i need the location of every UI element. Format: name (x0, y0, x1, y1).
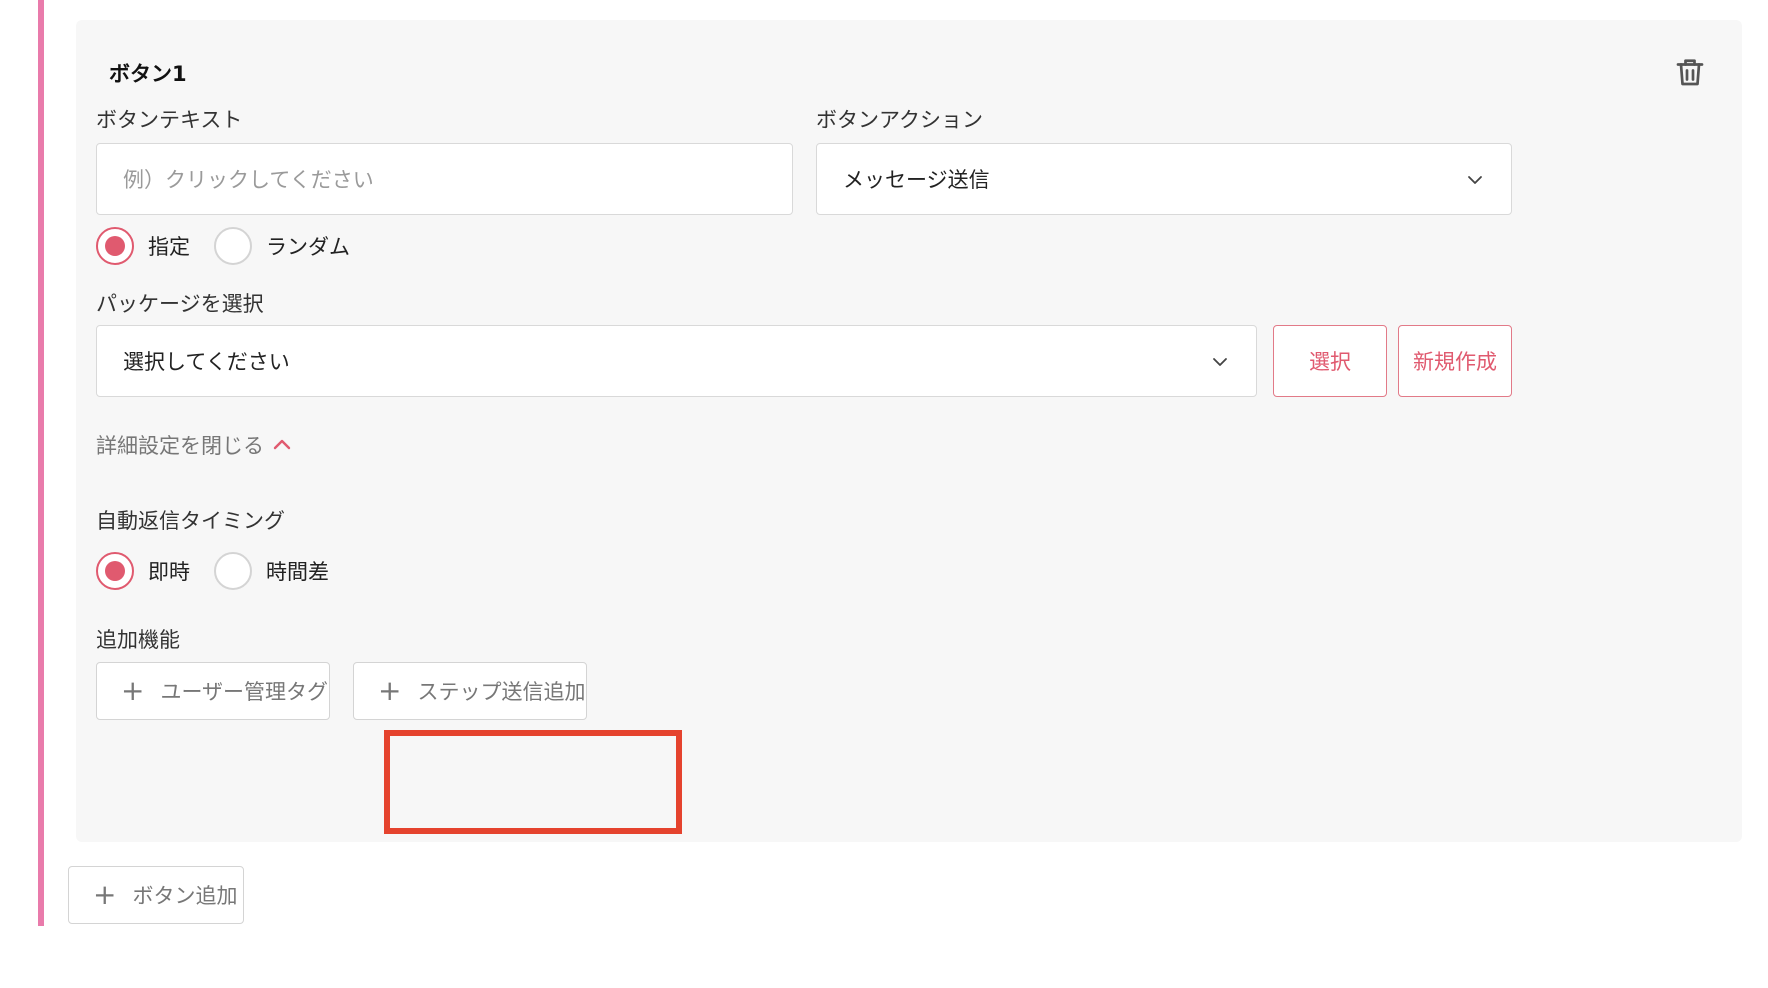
button-text-label: ボタンテキスト (96, 108, 243, 132)
mode-label-specified: 指定 (148, 235, 190, 259)
details-toggle[interactable]: 詳細設定を閉じる (96, 430, 294, 460)
button-action-value: メッセージ送信 (843, 168, 990, 192)
mode-radio-random[interactable] (214, 227, 252, 265)
highlight-box (384, 730, 682, 834)
add-step-send-label: ステップ送信追加 (417, 680, 586, 704)
auto-reply-label-immediate: 即時 (148, 560, 190, 584)
auto-reply-radio-delayed[interactable] (214, 552, 252, 590)
button-action-label: ボタンアクション (816, 108, 983, 132)
auto-reply-radio-immediate[interactable] (96, 552, 134, 590)
add-user-tag-label: ユーザー管理タグ (160, 680, 329, 704)
add-button-button[interactable]: + ボタン追加 (68, 866, 244, 924)
package-new-button[interactable]: 新規作成 (1398, 325, 1512, 397)
add-step-send-button[interactable]: + ステップ送信追加 (353, 662, 587, 720)
trash-icon[interactable] (1672, 54, 1708, 90)
card-title: ボタン1 (109, 62, 187, 86)
add-user-tag-button[interactable]: + ユーザー管理タグ (96, 662, 330, 720)
auto-reply-radio-group: 即時 時間差 (96, 552, 353, 590)
button-action-select[interactable]: メッセージ送信 (816, 143, 1512, 215)
package-select[interactable]: 選択してください (96, 325, 1257, 397)
accent-side-bar (38, 0, 44, 926)
add-button-label: ボタン追加 (132, 884, 238, 908)
mode-label-random: ランダム (266, 235, 350, 259)
package-value: 選択してください (123, 350, 290, 374)
package-label: パッケージを選択 (96, 292, 264, 316)
plus-icon: + (121, 674, 145, 707)
extras-label: 追加機能 (96, 628, 180, 652)
mode-radio-specified[interactable] (96, 227, 134, 265)
package-select-button[interactable]: 選択 (1273, 325, 1387, 397)
button-card: ボタン1 ボタンテキスト 例）クリックしてください ボタンアクション メッセージ… (76, 20, 1742, 842)
details-toggle-label: 詳細設定を閉じる (96, 434, 264, 458)
chevron-down-icon (1213, 358, 1227, 366)
plus-icon: + (378, 674, 402, 707)
chevron-down-icon (1468, 176, 1482, 184)
auto-reply-label: 自動返信タイミング (96, 509, 285, 533)
button-text-input[interactable]: 例）クリックしてください (96, 143, 793, 215)
plus-icon: + (93, 878, 117, 911)
auto-reply-label-delayed: 時間差 (266, 560, 329, 584)
button-text-placeholder: 例）クリックしてください (123, 168, 374, 192)
chevron-up-icon (273, 439, 291, 450)
mode-radio-group: 指定 ランダム (96, 227, 374, 265)
